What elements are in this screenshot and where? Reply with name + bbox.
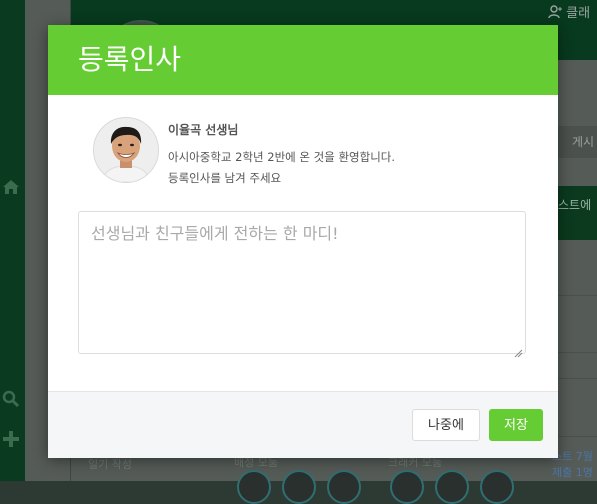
list-header: 스트에 bbox=[558, 186, 597, 240]
modal-footer: 나중에 저장 bbox=[48, 391, 558, 458]
tab-board[interactable]: 게시 bbox=[558, 126, 597, 158]
teacher-name: 이율곡 선생님 bbox=[168, 123, 239, 137]
divider bbox=[558, 378, 597, 379]
greeting-prompt: 등록인사를 남겨 주세요 bbox=[168, 171, 282, 185]
member-avatar[interactable] bbox=[480, 470, 514, 504]
member-avatar[interactable] bbox=[282, 470, 316, 504]
tab-board-label: 게시 bbox=[572, 135, 595, 149]
resize-handle-icon[interactable] bbox=[514, 343, 523, 358]
save-button[interactable]: 저장 bbox=[489, 409, 543, 441]
divider bbox=[558, 295, 597, 296]
modal-title: 등록인사 bbox=[78, 43, 182, 76]
bottom-right-line1[interactable]: 스트 7월 bbox=[552, 448, 593, 464]
member-avatar[interactable] bbox=[327, 470, 361, 504]
user-photo bbox=[93, 117, 159, 183]
search-icon[interactable] bbox=[2, 390, 20, 412]
member-avatar[interactable] bbox=[435, 470, 469, 504]
greeting-textarea[interactable] bbox=[78, 211, 526, 354]
member-avatar[interactable] bbox=[237, 470, 271, 504]
member-avatar[interactable] bbox=[390, 470, 424, 504]
app-sidebar bbox=[0, 0, 25, 481]
later-button[interactable]: 나중에 bbox=[412, 409, 480, 441]
welcome-message: 아시아중학교 2학년 2반에 온 것을 환영합니다. bbox=[168, 150, 396, 164]
bottom-text-left: 일기 작성 bbox=[88, 458, 132, 471]
class-menu-link[interactable]: 클래 bbox=[548, 2, 590, 21]
greeting-modal: 등록인사 이율곡 선생님 아시아중학교 2학년 2반에 온 것을 환영합니다. … bbox=[48, 25, 558, 458]
add-user-icon bbox=[548, 5, 566, 21]
divider bbox=[558, 352, 597, 353]
home-icon[interactable] bbox=[2, 178, 20, 200]
plus-icon[interactable] bbox=[2, 430, 20, 452]
list-header-label: 스트에 bbox=[558, 198, 592, 212]
divider bbox=[558, 436, 597, 437]
modal-header: 등록인사 bbox=[48, 25, 558, 95]
bottom-right-line2[interactable]: 제출 1명 bbox=[552, 464, 593, 480]
class-menu-label: 클래 bbox=[566, 6, 591, 21]
